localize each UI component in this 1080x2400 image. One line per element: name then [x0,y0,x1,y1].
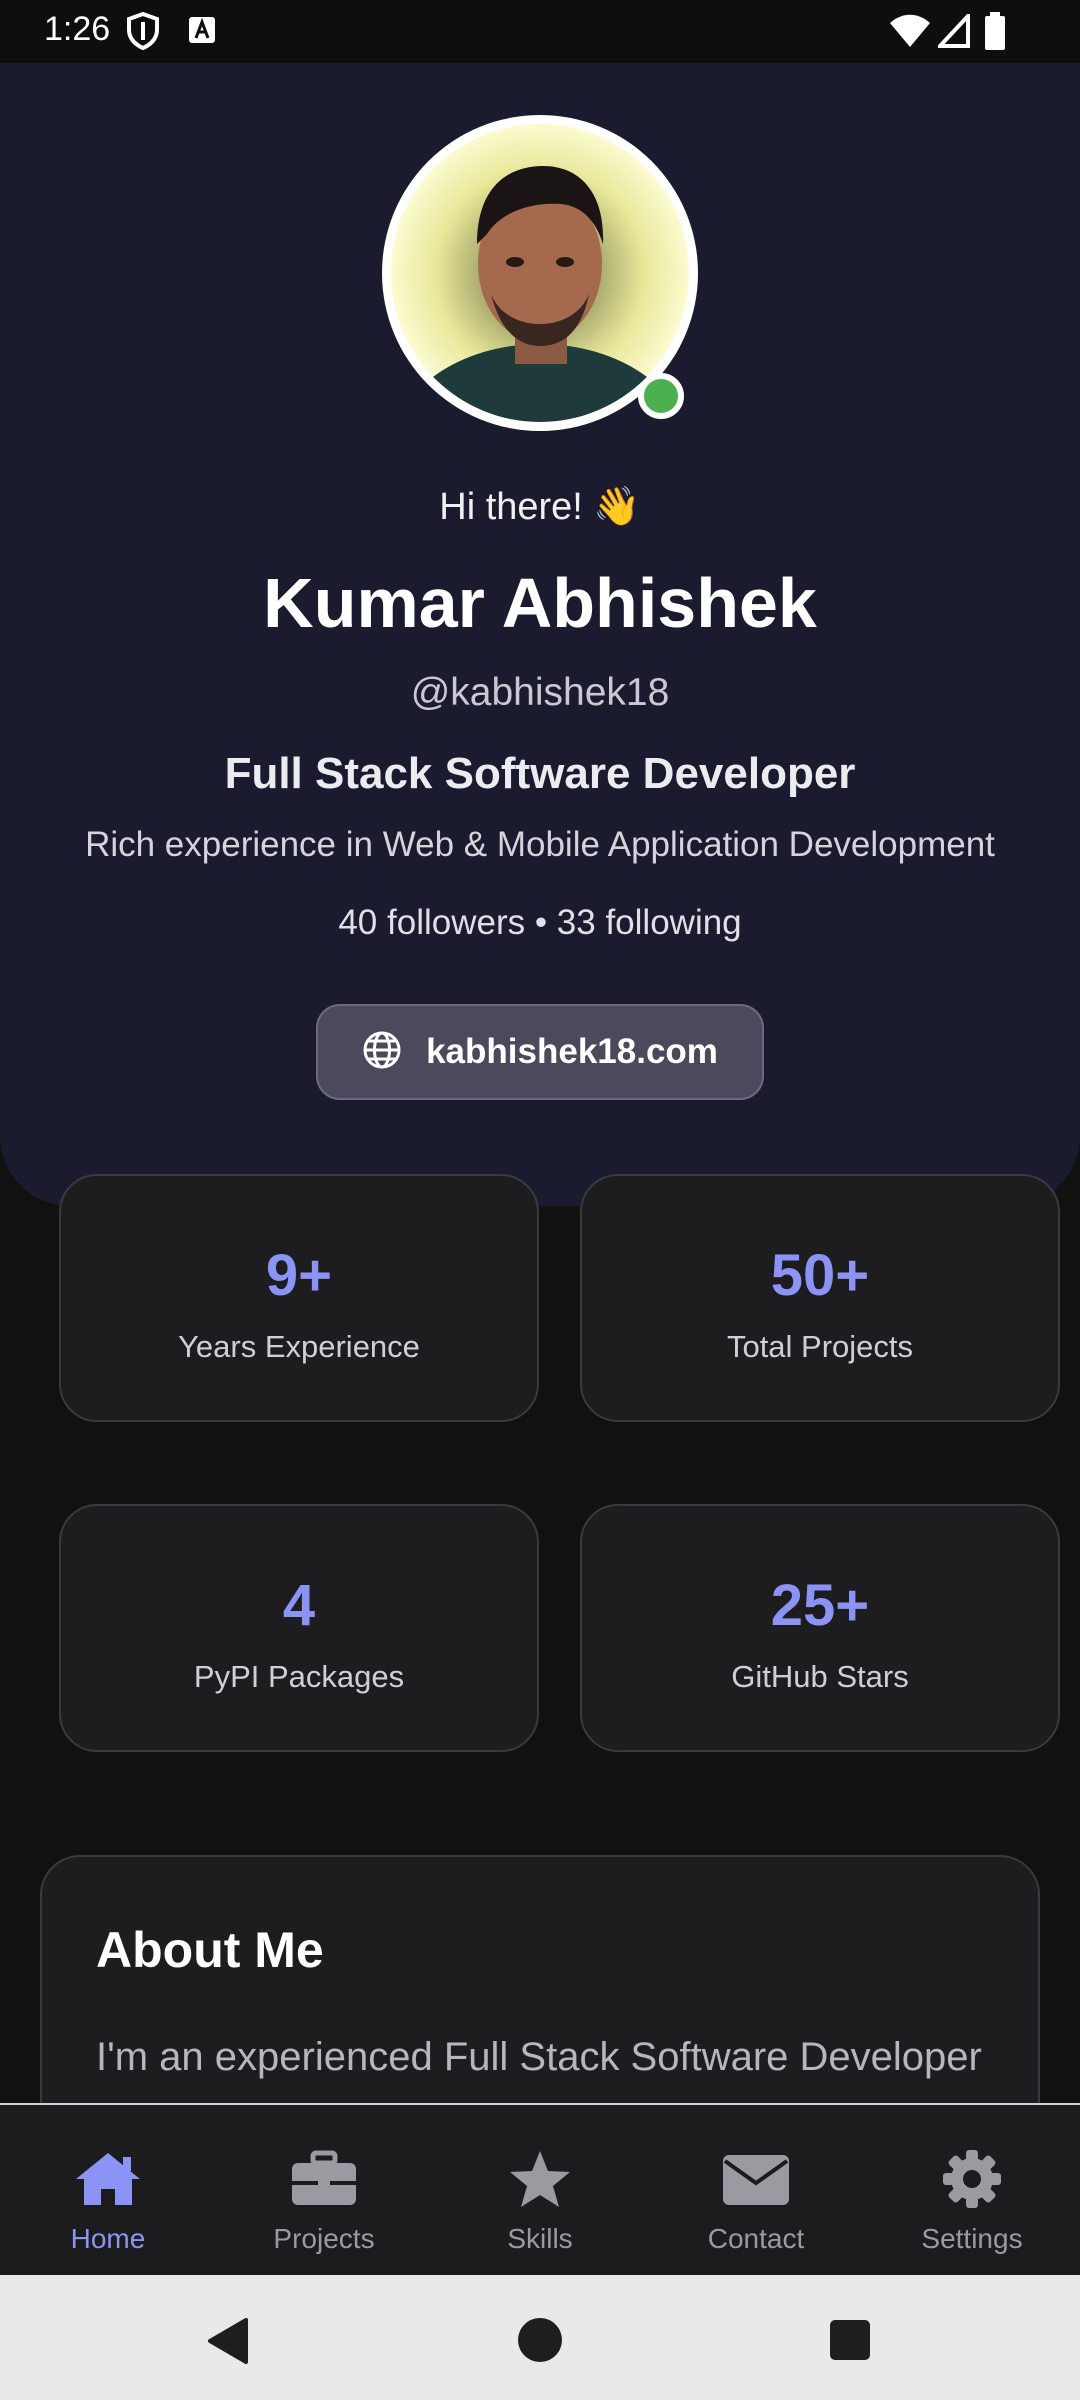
stat-label: GitHub Stars [731,1659,909,1694]
about-title: About Me [96,1922,324,1978]
briefcase-icon [289,2149,359,2209]
nav-home[interactable]: Home [0,2105,216,2275]
status-time: 1:26 [44,10,111,48]
avatar-photo [391,124,689,422]
status-bar: 1:26 [0,0,1080,63]
stat-value: 50+ [770,1243,870,1308]
back-icon[interactable] [206,2317,250,2370]
battery-icon [984,12,1006,55]
home-circle-icon[interactable] [517,2317,563,2368]
profile-hero: Hi there! 👋 Kumar Abhishek @kabhishek18 … [0,63,1080,1206]
star-icon [505,2149,575,2209]
shield-icon [126,11,160,55]
system-nav-bar [0,2275,1080,2400]
profile-tagline: Rich experience in Web & Mobile Applicat… [85,825,995,864]
stat-label: Years Experience [178,1329,420,1364]
nav-label: Settings [921,2223,1023,2254]
stat-card-experience: 9+ Years Experience [59,1174,539,1422]
website-link: kabhishek18.com [426,1032,718,1071]
stat-label: Total Projects [726,1329,914,1364]
stat-label: PyPI Packages [193,1659,405,1694]
nav-contact[interactable]: Contact [648,2105,864,2275]
home-icon [73,2149,143,2209]
greeting: Hi there! 👋 [439,486,641,528]
nav-projects[interactable]: Projects [216,2105,432,2275]
nav-skills[interactable]: Skills [432,2105,648,2275]
bottom-nav: Home Projects Skills Contact Settings [0,2103,1080,2275]
nav-label: Contact [707,2223,805,2254]
follow-stats: 40 followers • 33 following [338,903,742,942]
gear-icon [937,2149,1007,2209]
stat-value: 25+ [770,1573,870,1638]
stat-card-pypi: 4 PyPI Packages [59,1504,539,1752]
envelope-icon [721,2149,791,2209]
profile-handle: @kabhishek18 [410,671,670,714]
website-button[interactable]: kabhishek18.com [316,1004,764,1100]
stat-card-projects: 50+ Total Projects [580,1174,1060,1422]
nav-label: Skills [507,2223,573,2254]
stat-value: 9+ [265,1243,333,1308]
stat-card-github-stars: 25+ GitHub Stars [580,1504,1060,1752]
wifi-icon [890,14,930,53]
nav-label: Projects [273,2223,375,2254]
stat-value: 4 [282,1573,316,1638]
globe-icon [362,1030,402,1075]
a-badge-icon [188,16,216,49]
profile-name: Kumar Abhishek [263,564,817,642]
nav-settings[interactable]: Settings [864,2105,1080,2275]
online-status-indicator [638,373,684,419]
recents-icon[interactable] [829,2319,871,2366]
profile-title: Full Stack Software Developer [224,749,856,798]
signal-icon [935,10,970,53]
nav-label: Home [70,2223,146,2254]
